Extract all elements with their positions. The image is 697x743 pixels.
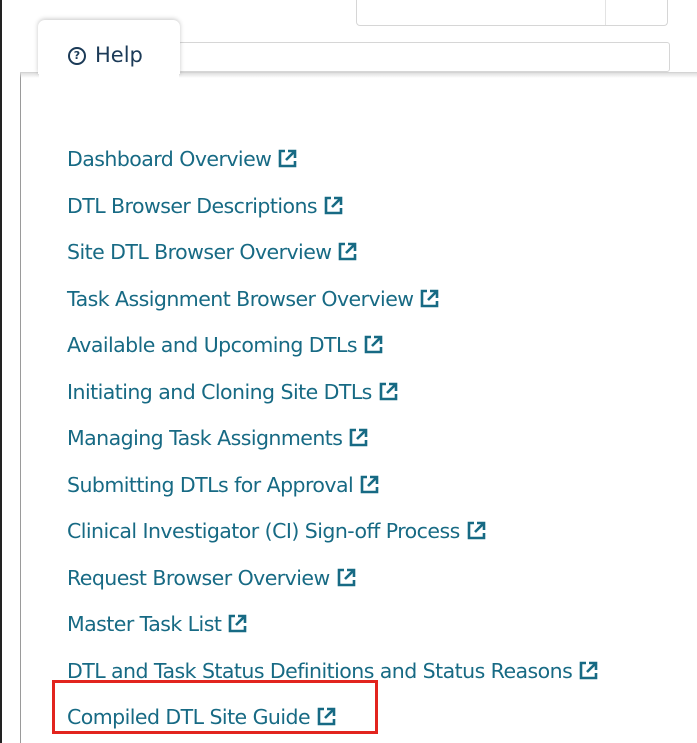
external-link-icon[interactable] xyxy=(347,427,369,449)
tab-strip-field xyxy=(178,42,670,72)
help-link-request-browser-overview[interactable]: Request Browser Overview xyxy=(67,566,330,590)
help-link-task-assignment-browser-overview[interactable]: Task Assignment Browser Overview xyxy=(67,287,414,311)
help-link-ci-sign-off-process[interactable]: Clinical Investigator (CI) Sign-off Proc… xyxy=(67,519,460,543)
help-link-item: Available and Upcoming DTLs xyxy=(67,322,599,369)
help-link-item: Master Task List xyxy=(67,601,599,648)
help-link-item: Request Browser Overview xyxy=(67,555,599,602)
help-link-item: Initiating and Cloning Site DTLs xyxy=(67,369,599,416)
help-link-item: Task Assignment Browser Overview xyxy=(67,276,599,323)
external-link-icon[interactable] xyxy=(362,334,384,356)
toolbar-divider xyxy=(605,0,606,25)
help-link-dashboard-overview[interactable]: Dashboard Overview xyxy=(67,147,272,171)
top-toolbar-field[interactable] xyxy=(356,0,668,26)
help-link-item: Managing Task Assignments xyxy=(67,415,599,462)
help-circle-icon: ? xyxy=(68,47,86,65)
help-link-initiating-and-cloning-site-dtls[interactable]: Initiating and Cloning Site DTLs xyxy=(67,380,372,404)
help-link-list: Dashboard Overview DTL Browser Descripti… xyxy=(67,136,599,741)
tab-join xyxy=(39,68,179,78)
help-panel-screen: ? Help Dashboard Overview DTL Browser De… xyxy=(0,0,697,743)
help-link-dtl-browser-descriptions[interactable]: DTL Browser Descriptions xyxy=(67,194,318,218)
help-link-item: Submitting DTLs for Approval xyxy=(67,462,599,509)
help-link-site-dtl-browser-overview[interactable]: Site DTL Browser Overview xyxy=(67,240,332,264)
help-link-managing-task-assignments[interactable]: Managing Task Assignments xyxy=(67,426,343,450)
help-link-item: Dashboard Overview xyxy=(67,136,599,183)
help-link-master-task-list[interactable]: Master Task List xyxy=(67,612,222,636)
external-link-icon[interactable] xyxy=(276,148,298,170)
help-link-item: Clinical Investigator (CI) Sign-off Proc… xyxy=(67,508,599,555)
external-link-icon[interactable] xyxy=(418,288,440,310)
external-link-icon[interactable] xyxy=(377,381,399,403)
external-link-icon[interactable] xyxy=(465,520,487,542)
window-edge xyxy=(0,0,2,743)
tab-help-label[interactable]: Help xyxy=(95,43,143,67)
external-link-icon[interactable] xyxy=(336,241,358,263)
help-link-submitting-dtls-for-approval[interactable]: Submitting DTLs for Approval xyxy=(67,473,354,497)
help-link-item: Site DTL Browser Overview xyxy=(67,229,599,276)
highlight-annotation-box xyxy=(52,680,378,734)
external-link-icon[interactable] xyxy=(226,613,248,635)
external-link-icon[interactable] xyxy=(358,474,380,496)
external-link-icon[interactable] xyxy=(577,660,599,682)
external-link-icon[interactable] xyxy=(335,567,357,589)
help-link-available-and-upcoming-dtls[interactable]: Available and Upcoming DTLs xyxy=(67,333,358,357)
help-link-item: DTL Browser Descriptions xyxy=(67,183,599,230)
external-link-icon[interactable] xyxy=(322,195,344,217)
